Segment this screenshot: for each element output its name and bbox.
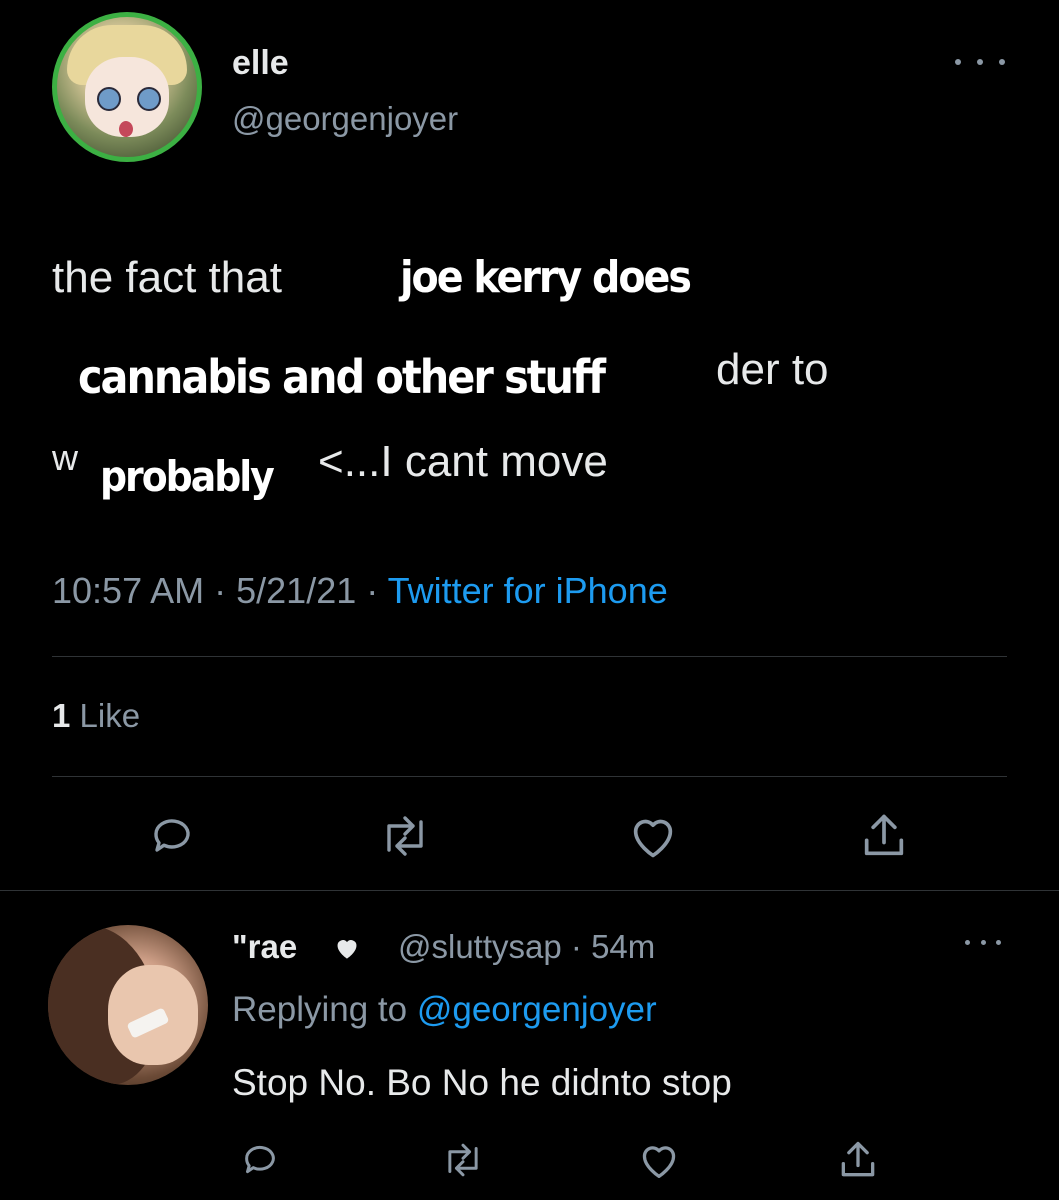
more-icon[interactable]: [955, 52, 1005, 72]
like-icon[interactable]: [637, 1140, 681, 1180]
more-dot: [980, 939, 986, 945]
overlay-text: cannabis and other stuff: [70, 350, 613, 404]
reply-handle-line: @sluttysap · 54m: [398, 928, 655, 966]
replying-label: Replying to: [232, 990, 408, 1029]
replying-to-line: Replying to @georgenjoyer: [232, 990, 657, 1030]
avatar-mouth: [119, 121, 133, 137]
more-dot: [977, 59, 983, 65]
more-dot: [996, 939, 1001, 945]
divider: [52, 776, 1007, 777]
reply-icon[interactable]: [148, 812, 196, 860]
author-avatar[interactable]: [52, 12, 202, 162]
likes-number: 1: [52, 697, 71, 734]
avatar-eye-left: [97, 87, 121, 111]
author-display-name[interactable]: elle: [232, 44, 289, 83]
replying-mention[interactable]: @georgenjoyer: [417, 990, 657, 1029]
divider: [52, 656, 1007, 657]
likes-count[interactable]: 1 Like: [52, 697, 140, 735]
reply-author-avatar[interactable]: [48, 925, 208, 1085]
more-dot: [999, 59, 1005, 65]
overlay-text: joe kerry does: [392, 252, 698, 303]
reply-icon[interactable]: [240, 1140, 280, 1180]
reply-handle[interactable]: @sluttysap: [398, 928, 562, 965]
retweet-icon[interactable]: [440, 1140, 486, 1180]
meta-separator: ·: [570, 928, 592, 965]
tweet-date: 5/21/21: [236, 570, 357, 611]
heart-icon: [337, 940, 357, 959]
meta-separator: ·: [366, 570, 388, 611]
share-icon[interactable]: [836, 1138, 880, 1182]
more-dot: [955, 59, 961, 65]
like-icon[interactable]: [627, 812, 679, 860]
tweet-text-fragment: <...I cant move: [318, 437, 608, 486]
retweet-icon[interactable]: [377, 812, 433, 860]
avatar-eye-right: [137, 87, 161, 111]
reply-display-name[interactable]: "rae: [232, 928, 297, 966]
author-handle[interactable]: @georgenjoyer: [232, 100, 458, 138]
reply-text: Stop No. Bo No he didnto stop: [232, 1062, 732, 1103]
likes-label: Like: [79, 697, 141, 734]
tweet-text-fragment: the fact that: [52, 253, 282, 302]
more-icon[interactable]: [965, 932, 1001, 952]
tweet-time: 10:57 AM: [52, 570, 205, 611]
tweet-meta: 10:57 AM · 5/21/21 · Twitter for iPhone: [52, 570, 668, 612]
more-dot: [965, 939, 970, 945]
reply-age: 54m: [591, 928, 656, 965]
overlay-text: probably: [92, 452, 281, 501]
tweet-source-link[interactable]: Twitter for iPhone: [388, 570, 668, 611]
tweet-text-fragment: w: [52, 437, 78, 478]
share-icon[interactable]: [858, 810, 910, 862]
meta-separator: ·: [214, 570, 237, 611]
tweet-text-fragment: der to: [716, 345, 829, 394]
divider: [0, 890, 1059, 891]
